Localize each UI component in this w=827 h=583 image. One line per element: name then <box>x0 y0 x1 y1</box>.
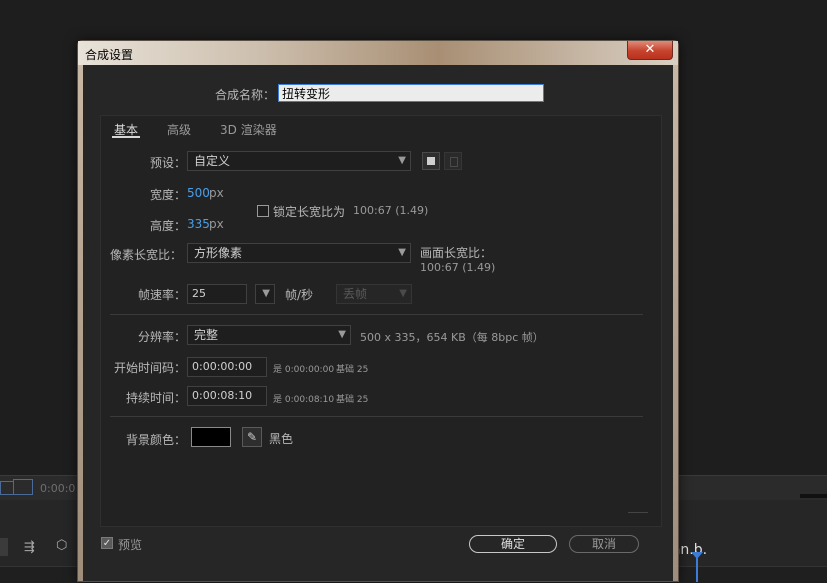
chevron-down-icon: ▼ <box>399 288 407 299</box>
start-timecode-base: 基础 25 <box>336 365 369 375</box>
lock-aspect-checkbox[interactable] <box>257 205 269 217</box>
section-divider <box>110 416 643 417</box>
checkmark-icon: ✓ <box>102 538 112 549</box>
frame-aspect-label: 画面长宽比： <box>420 246 493 260</box>
width-label: 宽度： <box>150 188 187 202</box>
tab-3d-renderer[interactable]: 3D 渲染器 <box>220 121 277 138</box>
duration-input[interactable]: 0:00:08:10 <box>187 386 267 406</box>
duration-equals: 是 0:00:08:10 <box>273 395 335 405</box>
chevron-down-icon: ▼ <box>262 288 270 299</box>
height-value[interactable]: 335 <box>187 217 210 231</box>
start-timecode-label: 开始时间码： <box>114 361 187 375</box>
frame-rate-unit: 帧/秒 <box>285 288 314 302</box>
lock-aspect-ratio: 100:67 (1.49) <box>353 204 429 217</box>
eyedropper-icon: ✎ <box>246 430 258 444</box>
drop-frame-dropdown: 丢帧 ▼ <box>336 284 412 304</box>
lock-aspect-label[interactable]: 锁定长宽比为 <box>273 203 345 220</box>
preset-label: 预设： <box>150 156 187 170</box>
pixel-aspect-dropdown[interactable]: 方形像素 ▼ <box>187 243 411 263</box>
comp-name-input[interactable]: 扭转变形 <box>278 84 544 102</box>
frame-aspect-value: 100:67 (1.49) <box>420 261 496 274</box>
frame-rate-input[interactable]: 25 <box>187 284 247 304</box>
frame-rate-dropdown[interactable]: ▼ <box>255 284 275 304</box>
preview-checkbox[interactable]: ✓ <box>101 537 113 549</box>
hierarchy-tool-icon[interactable]: ⇶ <box>24 540 35 555</box>
dialog-content: 合成名称： 扭转变形 基本 高级 3D 渲染器 预设： 自定义 ▼ 宽度： 50… <box>83 65 673 581</box>
bg-color-swatch[interactable] <box>191 427 231 447</box>
start-timecode-equals: 是 0:00:00:00 <box>273 365 335 375</box>
preset-dropdown[interactable]: 自定义 ▼ <box>187 151 411 171</box>
ok-button[interactable]: 确定 <box>469 535 557 553</box>
active-tab-indicator <box>112 136 140 138</box>
width-unit: px <box>209 186 224 200</box>
composition-icon[interactable] <box>0 481 14 495</box>
panel-resize-grip <box>628 512 648 513</box>
delete-preset-button[interactable] <box>444 152 462 170</box>
start-timecode-input[interactable]: 0:00:00:00 <box>187 357 267 377</box>
close-button[interactable]: ✕ <box>627 41 673 60</box>
section-divider <box>110 314 643 315</box>
tab-advanced[interactable]: 高级 <box>167 121 191 138</box>
bg-color-label: 背景颜色： <box>126 433 187 447</box>
resolution-label: 分辨率： <box>138 330 187 344</box>
duration-label: 持续时间： <box>126 391 187 405</box>
resolution-info: 500 x 335，654 KB（每 8bpc 帧） <box>360 331 544 344</box>
resolution-dropdown[interactable]: 完整 ▼ <box>187 325 351 345</box>
preview-label[interactable]: 预览 <box>118 536 142 553</box>
pixel-aspect-value: 方形像素 <box>194 246 243 260</box>
dialog-title: 合成设置 <box>85 48 134 62</box>
preset-value: 自定义 <box>194 154 231 168</box>
resolution-value: 完整 <box>194 328 219 342</box>
timeline-side-handle[interactable] <box>0 538 8 556</box>
dialog-titlebar[interactable]: 合成设置 ✕ <box>78 41 678 65</box>
save-preset-button[interactable] <box>422 152 440 170</box>
cancel-button[interactable]: 取消 <box>569 535 639 553</box>
region-icon[interactable] <box>13 479 33 495</box>
bg-color-name: 黑色 <box>269 432 294 446</box>
chevron-down-icon: ▼ <box>338 329 346 340</box>
frame-rate-label: 帧速率： <box>138 288 187 302</box>
duration-base: 基础 25 <box>336 395 369 405</box>
timeline-timecode[interactable]: 0:00:0 <box>40 482 75 495</box>
drop-frame-value: 丢帧 <box>343 287 368 301</box>
width-value[interactable]: 500 <box>187 186 210 200</box>
settings-tab-panel <box>100 115 662 527</box>
height-label: 高度： <box>150 219 187 233</box>
chevron-down-icon: ▼ <box>398 247 406 258</box>
3d-cube-icon[interactable]: ⬡ <box>56 538 67 553</box>
chevron-down-icon: ▼ <box>398 155 406 166</box>
save-preset-icon <box>427 157 435 165</box>
height-unit: px <box>209 217 224 231</box>
pixel-aspect-label: 像素长宽比： <box>110 248 183 262</box>
playhead-line[interactable] <box>696 558 698 582</box>
trash-icon <box>450 157 458 167</box>
timeline-scroll-bar[interactable] <box>800 494 827 498</box>
close-icon: ✕ <box>644 42 656 57</box>
composition-settings-dialog: 合成设置 ✕ 合成名称： 扭转变形 基本 高级 3D 渲染器 预设： 自定义 ▼… <box>77 40 679 582</box>
eyedropper-button[interactable]: ✎ <box>242 427 262 447</box>
comp-name-label: 合成名称： <box>215 88 276 102</box>
